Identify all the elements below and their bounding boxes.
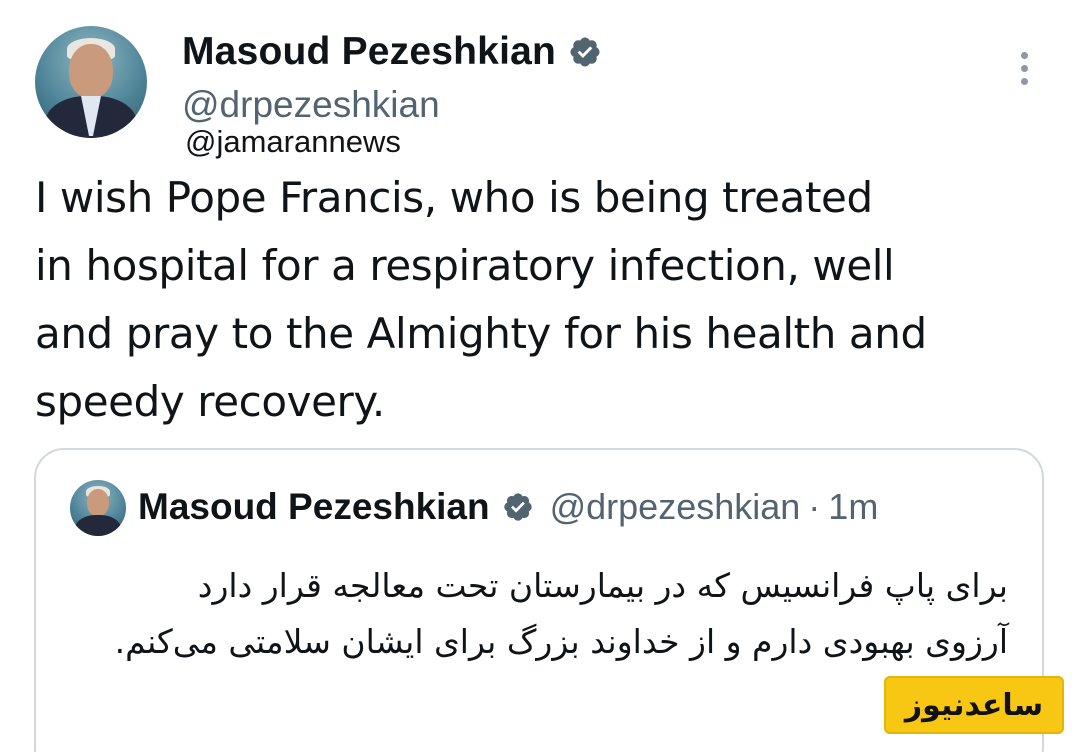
tweet-screenshot: Masoud Pezeshkian @drpezeshkian @jamaran… bbox=[0, 0, 1080, 752]
quoted-tweet-text: برای پاپ فرانسیس که در بیمارستان تحت معا… bbox=[114, 566, 1008, 661]
tweet-text: I wish Pope Francis, who is being treate… bbox=[35, 173, 927, 426]
author-avatar[interactable] bbox=[35, 26, 147, 138]
verified-badge-icon bbox=[570, 37, 600, 67]
quoted-tweet-header: Masoud Pezeshkian @drpezeshkian · 1m bbox=[138, 486, 878, 528]
quoted-author-display-name[interactable]: Masoud Pezeshkian bbox=[138, 486, 490, 528]
saednews-logo: ساعدنیوز bbox=[884, 676, 1064, 734]
quoted-author-avatar[interactable] bbox=[70, 480, 126, 536]
more-vertical-icon[interactable] bbox=[1010, 52, 1038, 92]
header-separator: · bbox=[808, 486, 821, 527]
overlay-source-handle: @jamarannews bbox=[185, 124, 401, 159]
author-name-row: Masoud Pezeshkian bbox=[182, 30, 602, 74]
quoted-tweet-timestamp[interactable]: 1m bbox=[828, 486, 878, 528]
author-display-name[interactable]: Masoud Pezeshkian bbox=[182, 30, 556, 74]
author-handle[interactable]: @drpezeshkian bbox=[182, 84, 440, 126]
verified-badge-icon bbox=[503, 493, 532, 521]
quoted-author-handle[interactable]: @drpezeshkian bbox=[550, 486, 801, 528]
